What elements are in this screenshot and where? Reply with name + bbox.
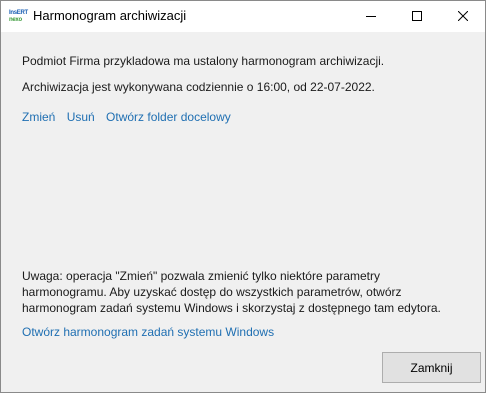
open-folder-link[interactable]: Otwórz folder docelowy [106, 110, 231, 124]
minimize-button[interactable] [348, 1, 394, 32]
note-line: harmonogramu. Aby uzyskać dostęp do wszy… [22, 285, 402, 299]
minimize-icon [366, 16, 376, 17]
app-logo-icon: InsERT nexo [9, 9, 28, 25]
window-title: Harmonogram archiwizacji [33, 8, 187, 23]
open-task-scheduler-link[interactable]: Otwórz harmonogram zadań systemu Windows [22, 325, 274, 339]
warning-note: Uwaga: operacja "Zmień" pozwala zmienić … [22, 268, 462, 316]
app-logo-text-top: InsERT [9, 10, 28, 16]
maximize-button[interactable] [394, 1, 440, 32]
close-window-button[interactable] [440, 1, 486, 32]
maximize-icon [412, 11, 422, 21]
app-logo-text-bottom: nexo [9, 17, 22, 23]
note-line: Uwaga: operacja "Zmień" pozwala zmienić … [22, 269, 381, 283]
close-icon [458, 11, 468, 21]
delete-link[interactable]: Usuń [67, 110, 95, 124]
schedule-detail-text: Archiwizacja jest wykonywana codziennie … [22, 80, 375, 94]
action-links: Zmień Usuń Otwórz folder docelowy [22, 110, 239, 124]
dialog-window: InsERT nexo Harmonogram archiwizacji Pod… [0, 0, 486, 393]
schedule-status-text: Podmiot Firma przykladowa ma ustalony ha… [22, 54, 385, 68]
close-button[interactable]: Zamknij [382, 352, 481, 383]
change-link[interactable]: Zmień [22, 110, 55, 124]
title-bar[interactable]: InsERT nexo Harmonogram archiwizacji [1, 1, 485, 32]
note-line: harmonogram zadań systemu Windows i skor… [22, 301, 441, 315]
